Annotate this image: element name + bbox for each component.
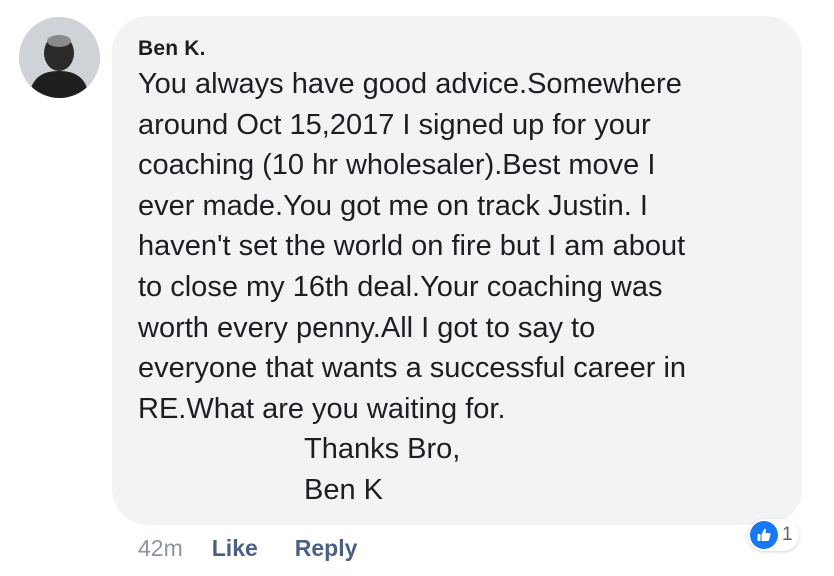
comment-line: around Oct 15,2017 I signed up for your — [138, 108, 651, 141]
reaction-count: 1 — [782, 524, 793, 545]
thumbs-up-icon — [750, 521, 778, 549]
comment-signoff-line: Thanks Bro, — [304, 433, 461, 466]
comment-author[interactable]: Ben K. — [138, 36, 778, 62]
comment-line: You always have good advice.Somewhere — [138, 68, 682, 100]
comment-bubble: Ben K. You always have good advice.Somew… — [112, 16, 802, 525]
comment-line: ever made.You got me on track Justin. I — [138, 189, 648, 222]
reaction-summary[interactable]: 1 — [748, 519, 799, 551]
comment-line: RE.What are you waiting for. — [138, 392, 506, 425]
comment-signoff-name: Ben K — [304, 473, 383, 506]
reply-button[interactable]: Reply — [295, 535, 358, 562]
comment-text: You always have good advice.Somewhere ar… — [138, 64, 778, 511]
comment-line: coaching (10 hr wholesaler).Best move I — [138, 149, 656, 182]
avatar-photo — [19, 17, 100, 98]
comment-timestamp[interactable]: 42m — [138, 535, 183, 562]
comment-line: to close my 16th deal.Your coaching was — [138, 270, 663, 303]
comment-line: haven't set the world on fire but I am a… — [138, 230, 686, 263]
avatar[interactable] — [19, 17, 100, 98]
comment-line: everyone that wants a successful career … — [138, 352, 687, 385]
like-button[interactable]: Like — [212, 535, 258, 562]
comment: Ben K. You always have good advice.Somew… — [0, 0, 834, 576]
comment-actions: 42m Like Reply — [138, 533, 394, 563]
comment-line: worth every penny.All I got to say to — [138, 311, 596, 344]
